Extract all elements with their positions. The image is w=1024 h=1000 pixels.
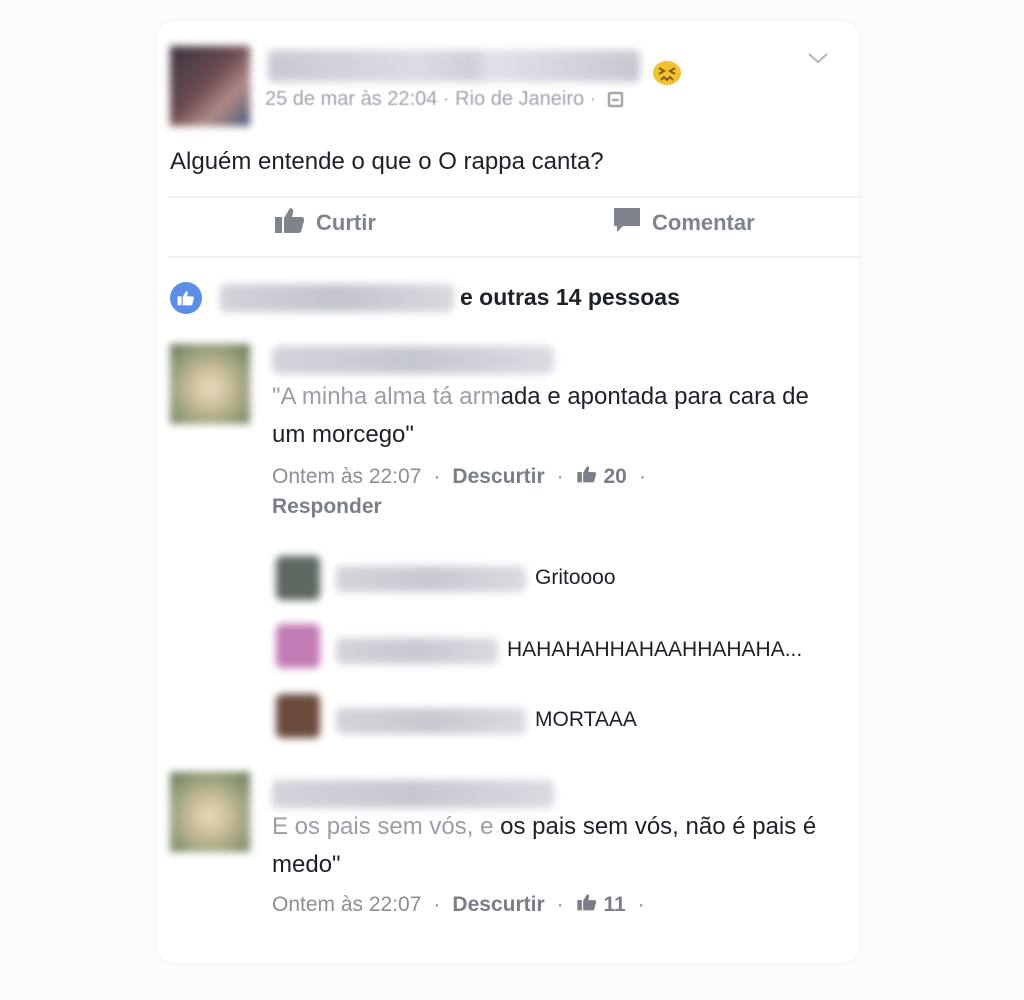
commenter-avatar[interactable] <box>170 772 250 852</box>
unlike-link[interactable]: Descurtir <box>452 465 544 488</box>
post-text: Alguém entende o que o O rappa canta? <box>170 148 604 175</box>
comment-text: E os pais sem vós, e os pais sem vós, nã… <box>272 813 817 878</box>
comment-time[interactable]: Ontem às 22:07 <box>272 465 421 488</box>
liker-name[interactable] <box>220 284 454 312</box>
like-button[interactable]: Curtir <box>274 206 376 240</box>
like-count[interactable]: 20 <box>603 465 626 488</box>
comment-button[interactable]: Comentar <box>612 206 755 240</box>
thumbs-up-icon <box>274 206 306 240</box>
unlike-link[interactable]: Descurtir <box>452 893 544 916</box>
commenter-avatar[interactable] <box>170 344 250 424</box>
reply-author-name[interactable] <box>336 638 498 664</box>
reply-author-name[interactable] <box>336 708 526 734</box>
post-date[interactable]: 25 de mar às 22:04 <box>265 88 437 110</box>
thumbs-up-icon <box>576 462 598 492</box>
comment-text: "A minha alma tá armada e apontada para … <box>272 383 809 448</box>
post-meta: 25 de mar às 22:04 · Rio de Janeiro · <box>265 88 623 111</box>
reply-text: Gritoooo <box>535 566 616 589</box>
divider <box>168 196 862 198</box>
audience-icon[interactable] <box>607 92 623 107</box>
comment-time[interactable]: Ontem às 22:07 <box>272 893 421 916</box>
post-location[interactable]: Rio de Janeiro <box>455 88 584 110</box>
comment-meta: Ontem às 22:07 · Descurtir · 20 · Responder <box>272 462 658 522</box>
chevron-down-icon[interactable] <box>806 46 830 72</box>
speech-bubble-icon <box>612 206 642 240</box>
commenter-name[interactable] <box>272 346 554 374</box>
divider <box>168 256 862 258</box>
commenter-name[interactable] <box>272 780 554 808</box>
reply-avatar[interactable] <box>276 624 320 668</box>
confounded-emoji-icon <box>650 58 684 86</box>
author-avatar[interactable] <box>170 46 250 126</box>
author-name[interactable] <box>268 50 640 82</box>
reply-text: MORTAAA <box>535 708 637 731</box>
thumbs-up-icon <box>576 890 598 920</box>
like-reaction-icon[interactable] <box>170 282 202 314</box>
reply-author-name[interactable] <box>336 566 526 592</box>
reply-text: HAHAHAHHAHAAHHAHAHA... <box>507 638 803 661</box>
reply-link[interactable]: Responder <box>272 495 382 518</box>
reply-avatar[interactable] <box>276 556 320 600</box>
reply-avatar[interactable] <box>276 694 320 738</box>
like-count[interactable]: 11 <box>603 893 625 916</box>
comment-meta: Ontem às 22:07 · Descurtir · 11 · <box>272 890 657 920</box>
likes-summary[interactable]: e outras 14 pessoas <box>460 284 680 311</box>
